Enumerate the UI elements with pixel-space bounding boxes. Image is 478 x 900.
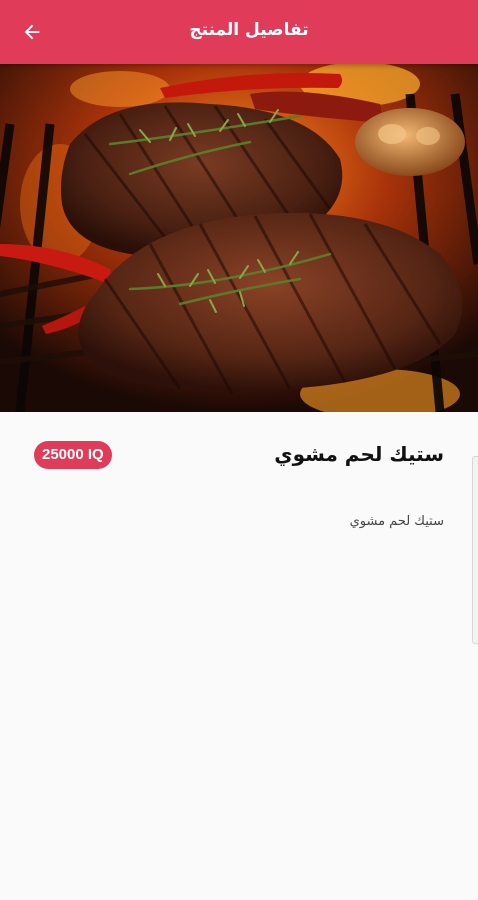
product-name: ستيك لحم مشوي bbox=[274, 442, 444, 466]
price-badge: 25000 IQ bbox=[34, 441, 112, 469]
page-title: تفاصيل المنتج bbox=[189, 20, 309, 40]
product-description: ستيك لحم مشوي bbox=[349, 514, 444, 529]
app-bar: تفاصيل المنتج bbox=[0, 0, 478, 64]
product-details-screen: تفاصيل المنتج ستيك لحم مشوي 25000 IQ ستي… bbox=[0, 0, 478, 900]
grilled-steak-photo bbox=[0, 64, 478, 412]
product-image bbox=[0, 64, 478, 412]
edge-scroll-handle[interactable] bbox=[472, 456, 478, 644]
